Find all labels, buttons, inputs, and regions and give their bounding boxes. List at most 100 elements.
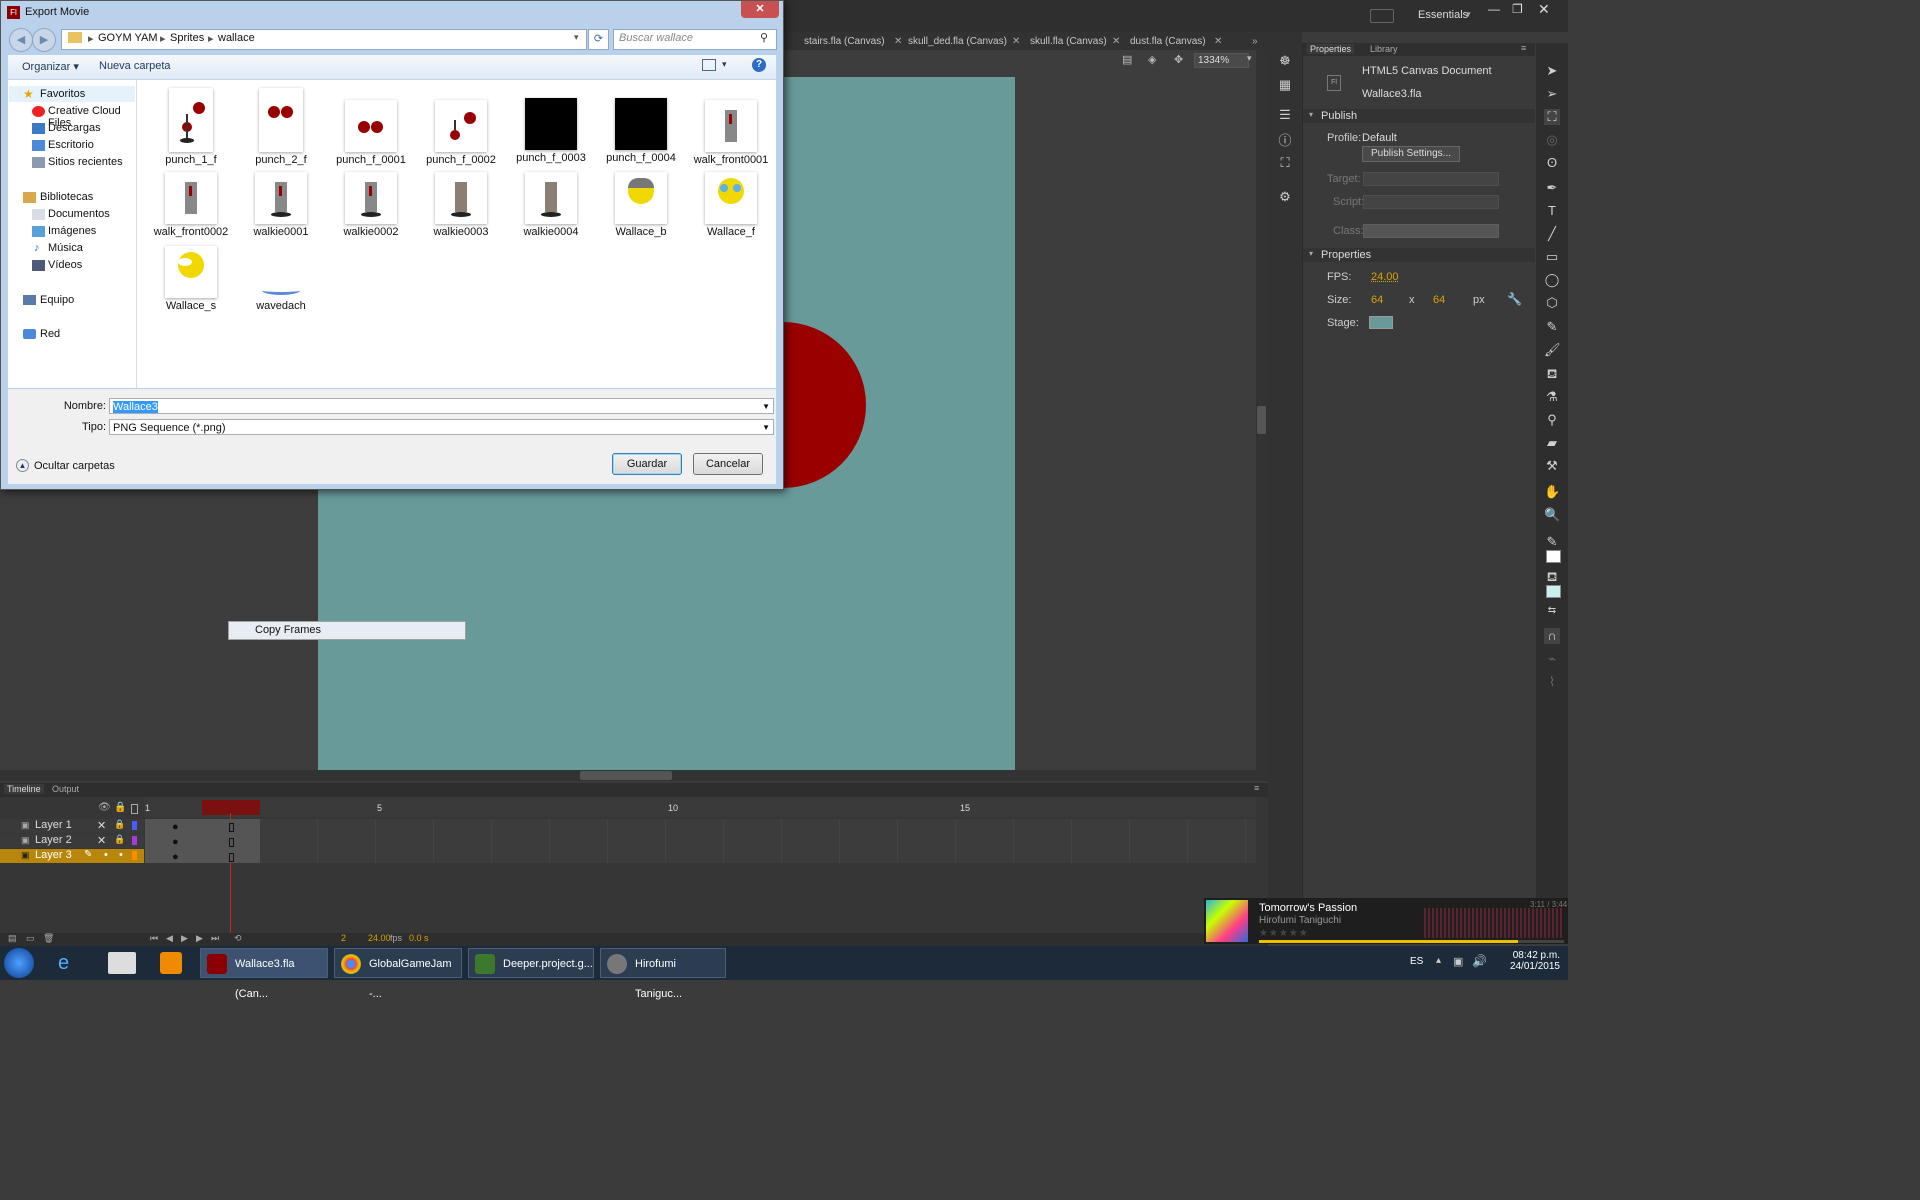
- nav-libraries[interactable]: Bibliotecas: [40, 191, 93, 203]
- wrench-icon[interactable]: 🔧: [1507, 292, 1522, 306]
- fps-value[interactable]: 24.00: [1371, 271, 1399, 283]
- back-button[interactable]: ◀: [9, 28, 33, 52]
- properties-section[interactable]: Properties: [1321, 249, 1371, 261]
- selection-icon[interactable]: ➤: [1544, 63, 1560, 79]
- transform-icon[interactable]: ⛶: [1277, 155, 1293, 171]
- brush-icon[interactable]: 🖌: [1544, 342, 1561, 358]
- 3d-rotation-icon[interactable]: ◎: [1544, 132, 1560, 148]
- bone-icon[interactable]: ⚒: [1544, 458, 1560, 474]
- tab-output[interactable]: Output: [52, 784, 79, 794]
- line-icon[interactable]: ╱: [1544, 226, 1560, 242]
- target-select[interactable]: [1363, 172, 1499, 186]
- width-value[interactable]: 64: [1371, 294, 1383, 306]
- file-item[interactable]: walk_front0001: [686, 88, 776, 166]
- start-button[interactable]: [4, 948, 34, 978]
- workspace-icon[interactable]: [1370, 9, 1394, 23]
- edit-symbol-icon[interactable]: ◈: [1148, 53, 1170, 67]
- rating-stars[interactable]: ★★★★★: [1259, 928, 1309, 939]
- tab-properties[interactable]: Properties: [1307, 44, 1355, 54]
- layer-name[interactable]: Layer 1: [35, 819, 72, 831]
- hand-icon[interactable]: ✋: [1544, 484, 1560, 500]
- chevron-down-icon[interactable]: ▼: [762, 420, 770, 436]
- file-item[interactable]: punch_2_f: [236, 88, 326, 166]
- ie-icon[interactable]: e: [58, 952, 82, 974]
- components-icon[interactable]: ⚙: [1277, 189, 1293, 205]
- rectangle-icon[interactable]: ▭: [1544, 249, 1560, 265]
- filename-input[interactable]: Wallace3 ▼: [109, 398, 774, 414]
- restore-icon[interactable]: ❐: [1512, 2, 1523, 16]
- file-item[interactable]: walk_front0002: [146, 172, 236, 238]
- nav-documents[interactable]: Documentos: [48, 208, 110, 220]
- chevron-down-icon[interactable]: ▾: [1309, 110, 1313, 119]
- chevron-down-icon[interactable]: ▾: [574, 32, 579, 43]
- taskbar-item-music[interactable]: Hirofumi Taniguc...: [600, 948, 726, 1000]
- hide-folders-toggle[interactable]: Ocultar carpetas: [34, 460, 115, 472]
- elapsed-time[interactable]: 0.0 s: [409, 933, 429, 943]
- new-folder-icon[interactable]: ▭: [26, 933, 35, 944]
- close-button[interactable]: ✕: [741, 1, 779, 18]
- layer-row[interactable]: ▣ Layer 2 ✕ 🔒: [0, 834, 144, 848]
- zoom-icon[interactable]: 🔍: [1544, 507, 1560, 523]
- prev-frame-icon[interactable]: ◀: [166, 933, 173, 944]
- fps-value[interactable]: 24.00: [368, 933, 391, 943]
- ink-bottle-icon[interactable]: ⚗: [1544, 389, 1560, 405]
- hidden-icon[interactable]: ✕: [97, 834, 106, 847]
- forward-button[interactable]: ▶: [32, 28, 56, 52]
- file-item[interactable]: punch_f_0002: [416, 88, 506, 166]
- layer-name[interactable]: Layer 2: [35, 834, 72, 846]
- taskbar-item-chrome[interactable]: GlobalGameJam -...: [334, 948, 462, 1000]
- file-item[interactable]: punch_1_f: [146, 88, 236, 166]
- grid-icon[interactable]: ▦: [1277, 77, 1293, 93]
- loop-icon[interactable]: ⟲: [234, 933, 242, 944]
- file-item[interactable]: walkie0004: [506, 172, 596, 238]
- zoom-field[interactable]: 1334%: [1194, 53, 1249, 68]
- swap-colors-icon[interactable]: ⇆: [1544, 603, 1560, 619]
- end-frame[interactable]: [229, 823, 234, 832]
- progress-bar[interactable]: [1259, 940, 1564, 943]
- stage-color-swatch[interactable]: [1369, 316, 1393, 329]
- motion-editor-icon[interactable]: ☸: [1277, 53, 1293, 69]
- layer-row-selected[interactable]: ▣ Layer 3 ✎ • •: [0, 849, 144, 863]
- smooth-icon[interactable]: ⌁: [1544, 651, 1560, 667]
- save-button[interactable]: Guardar: [612, 453, 682, 475]
- subselection-icon[interactable]: ➢: [1544, 86, 1560, 102]
- oval-icon[interactable]: ◯: [1544, 272, 1560, 288]
- language-indicator[interactable]: ES: [1410, 956, 1423, 967]
- tab-skull-ded[interactable]: skull_ded.fla (Canvas): [908, 34, 1007, 50]
- new-layer-icon[interactable]: ▤: [8, 933, 17, 944]
- close-icon[interactable]: ✕: [1112, 34, 1120, 50]
- nav-computer[interactable]: Equipo: [40, 294, 74, 306]
- nav-videos[interactable]: Vídeos: [48, 259, 82, 271]
- layer-color-swatch[interactable]: [132, 821, 137, 830]
- tab-dust[interactable]: dust.fla (Canvas): [1130, 34, 1206, 50]
- keyframe[interactable]: ●: [172, 836, 179, 848]
- frames-block[interactable]: ● ● ●: [145, 819, 260, 863]
- align-icon[interactable]: ☰: [1277, 107, 1293, 123]
- class-field[interactable]: [1363, 224, 1499, 238]
- nav-network[interactable]: Red: [40, 328, 60, 340]
- hidden-icon[interactable]: ✕: [97, 819, 106, 832]
- nav-favorites[interactable]: Favoritos: [40, 88, 85, 100]
- scrollbar-thumb[interactable]: [1257, 406, 1266, 434]
- fill-swatch[interactable]: [1546, 585, 1561, 598]
- layer-row[interactable]: ▣ Layer 1 ✕ 🔒: [0, 819, 144, 833]
- chevron-down-icon[interactable]: ▾: [1309, 249, 1313, 258]
- polystar-icon[interactable]: ⬡: [1544, 295, 1560, 311]
- play-icon[interactable]: ▶: [181, 933, 188, 944]
- keyframe[interactable]: ●: [172, 851, 179, 863]
- end-frame[interactable]: [229, 853, 234, 862]
- lock-icon[interactable]: 🔒: [114, 834, 125, 845]
- network-icon[interactable]: ▣: [1453, 955, 1463, 968]
- cancel-button[interactable]: Cancelar: [693, 453, 763, 475]
- media-player-icon[interactable]: [160, 952, 182, 974]
- close-icon[interactable]: ✕: [1012, 34, 1020, 50]
- horizontal-scrollbar[interactable]: [0, 770, 1268, 781]
- layer-color-swatch[interactable]: [132, 851, 137, 860]
- visible-dot[interactable]: •: [104, 849, 108, 861]
- file-item[interactable]: punch_f_0004: [596, 88, 686, 164]
- address-bar[interactable]: ▸ GOYM YAM ▸ Sprites ▸ wallace ▾: [61, 29, 587, 50]
- taskbar-item-flash[interactable]: Wallace3.fla (Can...: [200, 948, 328, 1000]
- end-frame[interactable]: [229, 838, 234, 847]
- file-item[interactable]: wavedach: [236, 246, 326, 312]
- nav-music[interactable]: Música: [48, 242, 83, 254]
